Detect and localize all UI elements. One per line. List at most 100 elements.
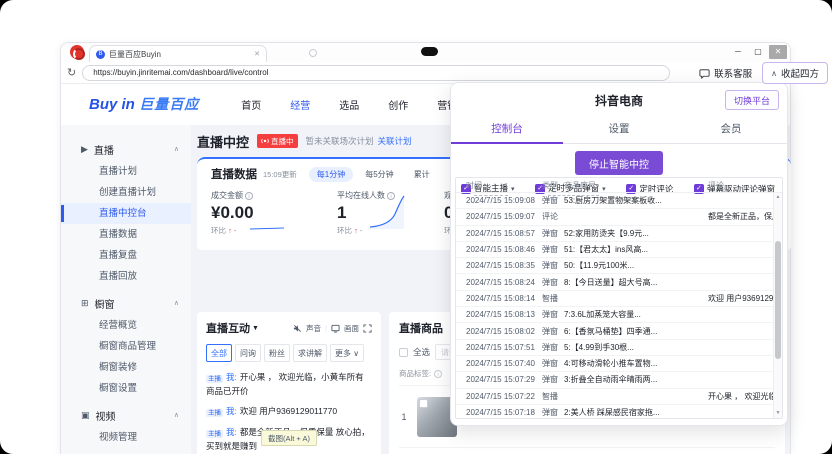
scrollbar-thumb[interactable]: [775, 241, 781, 359]
sidebar-group-橱窗[interactable]: ⊞ 橱窗 ∧: [61, 291, 191, 315]
cell-time: 2024/7/15 15:08:35: [466, 261, 535, 271]
speaker-role-badge: 主播: [206, 408, 223, 417]
mute-icon[interactable]: [293, 324, 302, 333]
cell-type: 弹窗: [542, 228, 558, 238]
compare-value: -: [231, 226, 237, 235]
minimize-icon[interactable]: ─: [729, 45, 747, 59]
cell-product: 8:【今日送量】超大号高...: [564, 277, 658, 287]
sound-tool-label[interactable]: 声音: [306, 323, 321, 334]
cell-product: 51:【君太太】ins风高...: [564, 245, 649, 255]
cell-time: 2024/7/15 15:07:51: [466, 342, 535, 352]
table-row[interactable]: 2024/7/15 15:08:57 弹窗 52:家用防烫夹【9.9元...: [456, 226, 782, 242]
secondary-tab-icon[interactable]: [309, 49, 317, 57]
live-status-badge: 直播中: [257, 134, 298, 148]
overlay-tab-控制台[interactable]: 控制台: [451, 116, 563, 144]
screen-icon[interactable]: [331, 324, 340, 333]
cell-time: 2024/7/15 15:08:57: [466, 228, 535, 238]
buyin-logo[interactable]: Buy in 巨量百应: [89, 94, 199, 114]
select-all-checkbox[interactable]: [399, 347, 408, 357]
chevron-up-icon[interactable]: ∧: [174, 145, 179, 153]
sidebar-item-直播计划[interactable]: 直播计划: [61, 161, 191, 182]
video-icon: ▣: [81, 409, 90, 420]
contact-support-button[interactable]: 联系客服: [699, 66, 752, 80]
sidebar-item-橱窗设置[interactable]: 橱窗设置: [61, 378, 191, 399]
close-icon[interactable]: ✕: [769, 45, 787, 59]
nav-item-首页[interactable]: 首页: [241, 97, 261, 112]
product-checkbox[interactable]: [419, 398, 428, 408]
chat-tab-全部[interactable]: 全部: [206, 344, 232, 362]
chat-tab-粉丝[interactable]: 粉丝: [264, 344, 290, 362]
sidebar-item-直播复盘[interactable]: 直播复盘: [61, 245, 191, 266]
table-row[interactable]: 2024/7/15 15:07:51 弹窗 5:【4.99到手30根...: [456, 340, 782, 356]
chat-tab-更多 ∨[interactable]: 更多 ∨: [330, 344, 365, 362]
cell-type: 弹窗: [542, 359, 558, 369]
compare-label: 环比: [337, 226, 355, 235]
sidebar: ▶ 直播 ∧ 直播计划 创建直播计划 直播中控台 直播数据 直播复盘 直播回放 ⊞ 橱窗 ∧ 经营概览橱…: [61, 125, 191, 454]
table-row[interactable]: 2024/7/15 15:09:08 弹窗 53:厨房刀架置物架案板收...: [456, 193, 782, 210]
chevron-up-icon[interactable]: ∧: [174, 299, 179, 307]
nav-item-选品[interactable]: 选品: [339, 97, 359, 112]
cell-comment: 都是全新正品，保质: [708, 212, 780, 222]
table-scrollbar[interactable]: ▲ ▼: [773, 193, 782, 418]
cell-time: 2024/7/15 15:08:02: [466, 326, 535, 336]
browser-tab[interactable]: B 巨量百应Buyin ✕: [89, 45, 267, 62]
sidebar-item-橱窗商品管理[interactable]: 橱窗商品管理: [61, 336, 191, 357]
table-row[interactable]: 2024/7/15 15:08:02 弹窗 6:【香氛马桶垫】四季通...: [456, 323, 782, 340]
table-row[interactable]: 2024/7/15 15:07:18 弹窗 2:美人桥 踩屎感民宿家拖...: [456, 405, 782, 418]
product-row[interactable]: 2: [399, 448, 775, 454]
table-row[interactable]: 2024/7/15 15:09:07 评论 都是全新正品，保质: [456, 209, 782, 226]
sidebar-item-视频管理[interactable]: 视频管理: [61, 427, 191, 448]
table-row[interactable]: 2024/7/15 15:07:40 弹窗 4:可移动滑轮小推车置物...: [456, 356, 782, 373]
interval-tab-每1分钟[interactable]: 每1分钟: [308, 166, 354, 182]
cell-type: 弹窗: [542, 196, 558, 206]
nav-item-创作[interactable]: 创作: [388, 97, 408, 112]
live-icon: ▶: [81, 143, 88, 154]
overlay-tab-会员[interactable]: 会员: [675, 116, 787, 143]
interval-tab-累计[interactable]: 累计: [406, 167, 438, 182]
scroll-down-icon[interactable]: ▼: [774, 409, 782, 418]
table-row[interactable]: 2024/7/15 15:08:46 弹窗 51:【君太太】ins风高...: [456, 242, 782, 259]
cell-time: 2024/7/15 15:08:46: [466, 245, 535, 255]
sidebar-item-直播数据[interactable]: 直播数据: [61, 224, 191, 245]
maximize-icon[interactable]: ▢: [749, 45, 767, 59]
caret-down-icon[interactable]: ▼: [252, 325, 259, 332]
browser-logo-icon[interactable]: [70, 45, 85, 60]
chat-tab-求讲解[interactable]: 求讲解: [293, 344, 327, 362]
collapse-sifang-button[interactable]: ∧ 收起四方: [762, 62, 828, 84]
cell-type: 弹窗: [542, 261, 558, 271]
cell-type: 智播: [542, 391, 558, 401]
link-plan-button[interactable]: 关联计划: [378, 135, 412, 147]
screen-tool-label[interactable]: 画面: [344, 323, 359, 334]
sidebar-item-经营概览[interactable]: 经营概览: [61, 315, 191, 336]
interval-tab-每5分钟[interactable]: 每5分钟: [357, 167, 401, 182]
table-row[interactable]: 2024/7/15 15:08:13 弹窗 7:3.6L加蒸笼大容量...: [456, 307, 782, 324]
message-text: 欢迎 用户9369129011770: [239, 406, 338, 416]
tab-close-icon[interactable]: ✕: [254, 50, 260, 58]
reload-icon[interactable]: ↻: [67, 66, 76, 79]
overlay-tab-设置[interactable]: 设置: [563, 116, 675, 143]
table-row[interactable]: 2024/7/15 15:08:24 弹窗 8:【今日送量】超大号高...: [456, 274, 782, 291]
switch-platform-button[interactable]: 切换平台: [724, 90, 779, 110]
chevron-up-icon[interactable]: ∧: [174, 411, 179, 419]
table-row[interactable]: 2024/7/15 15:07:22 智播 开心果 ， 欢迎光临,: [456, 389, 782, 405]
speaker-name: 我:: [226, 427, 237, 437]
tab-favicon-icon: B: [96, 49, 105, 59]
table-row[interactable]: 2024/7/15 15:08:14 智播 欢迎 用户93691290: [456, 291, 782, 308]
sidebar-item-直播中控台[interactable]: 直播中控台: [61, 203, 191, 224]
sidebar-group-直播[interactable]: ▶ 直播 ∧: [61, 137, 191, 161]
expand-icon[interactable]: [363, 323, 372, 333]
sidebar-item-橱窗装修[interactable]: 橱窗装修: [61, 357, 191, 378]
table-row[interactable]: 2024/7/15 15:07:29 弹窗 3:折叠全自动雨伞晴雨两...: [456, 372, 782, 389]
sidebar-group-视频[interactable]: ▣ 视频 ∧: [61, 403, 191, 427]
select-all-label: 全选: [413, 347, 431, 357]
stop-smart-control-button[interactable]: 停止智能中控: [575, 151, 663, 175]
url-input[interactable]: https://buyin.jinritemai.com/dashboard/l…: [82, 64, 671, 81]
sidebar-item-直播回放[interactable]: 直播回放: [61, 266, 191, 287]
chat-tab-问询[interactable]: 问询: [235, 344, 261, 362]
cell-product: 3:折叠全自动雨伞晴雨两...: [564, 375, 658, 385]
table-row[interactable]: 2024/7/15 15:08:35 弹窗 50:【11.9元100米...: [456, 258, 782, 275]
scroll-up-icon[interactable]: ▲: [774, 193, 782, 202]
sidebar-item-创建直播计划[interactable]: 创建直播计划: [61, 182, 191, 203]
sidebar-group-label: 直播: [93, 145, 114, 157]
nav-item-经营[interactable]: 经营: [290, 97, 310, 112]
